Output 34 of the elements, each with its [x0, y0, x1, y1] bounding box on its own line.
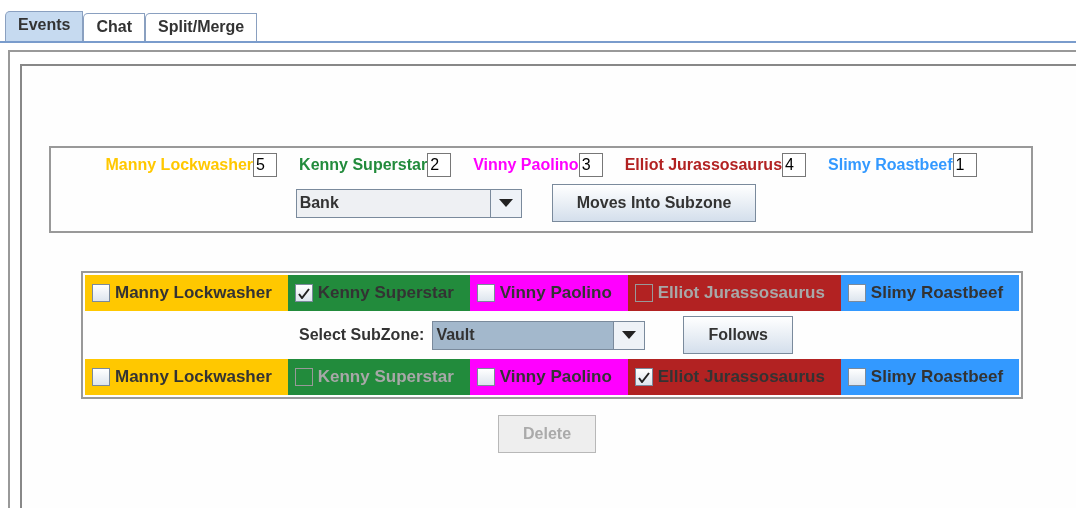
subzone-dropdown[interactable]: Vault: [432, 320, 646, 350]
checkbox[interactable]: [634, 368, 653, 386]
tab[interactable]: Events: [5, 11, 84, 41]
checkbox[interactable]: [92, 368, 110, 386]
player-name: Elliot Jurassosaurus: [624, 156, 783, 174]
player-name: Vinny Paolino: [473, 156, 579, 174]
player-checkbox[interactable]: Manny Lockwasher: [85, 359, 288, 395]
player-checkbox[interactable]: Slimy Roastbeef: [840, 359, 1019, 395]
count-field[interactable]: 1: [952, 153, 977, 177]
player-name: Manny Lockwasher: [105, 156, 254, 174]
count-field[interactable]: 5: [253, 153, 278, 177]
player-checkbox[interactable]: Vinny Paolino: [469, 359, 628, 395]
dropdown-arrow-icon: [498, 199, 513, 207]
count-field[interactable]: 3: [578, 153, 603, 177]
subzone-label: Select SubZone:: [299, 326, 425, 344]
checkbox[interactable]: [476, 368, 495, 386]
count-field[interactable]: 2: [427, 153, 452, 177]
dropdown-arrow-icon: [622, 331, 637, 339]
follows-button[interactable]: Follows: [683, 316, 793, 354]
count-field[interactable]: 4: [782, 153, 807, 177]
checkbox[interactable]: [294, 284, 313, 302]
zone-dropdown[interactable]: Bank: [295, 188, 522, 218]
player-name: Kenny Superstar: [299, 156, 428, 174]
checkbox[interactable]: [476, 284, 495, 302]
checkbox[interactable]: [92, 284, 110, 302]
moves-into-subzone-button[interactable]: Moves Into Subzone: [551, 184, 757, 222]
tab[interactable]: Chat: [83, 13, 146, 41]
player-name: Slimy Roastbeef: [828, 156, 953, 174]
player-checkbox[interactable]: Manny Lockwasher: [85, 275, 288, 311]
player-checkbox[interactable]: Vinny Paolino: [469, 275, 628, 311]
player-checkbox[interactable]: Slimy Roastbeef: [840, 275, 1019, 311]
checkbox[interactable]: [847, 368, 866, 386]
checkbox[interactable]: [847, 284, 866, 302]
tab[interactable]: Split/Merge: [145, 13, 258, 41]
